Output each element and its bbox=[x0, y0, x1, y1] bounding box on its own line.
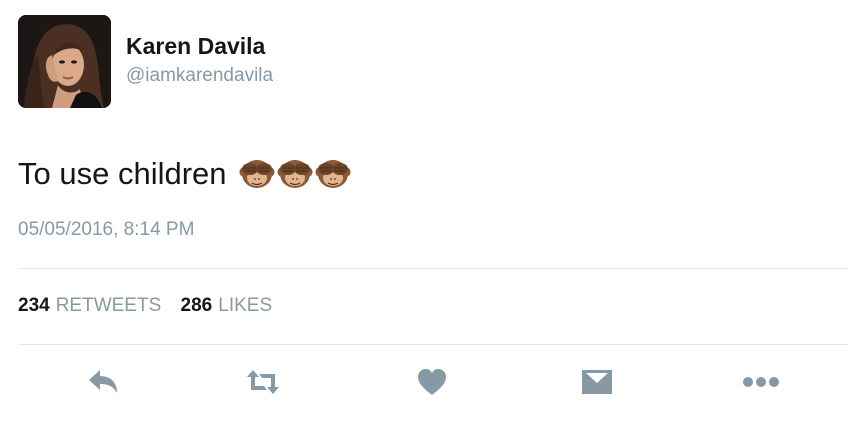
reply-button[interactable] bbox=[83, 364, 123, 400]
tweet-actions bbox=[0, 364, 866, 400]
retweets-count: 234 bbox=[18, 295, 50, 316]
avatar-photo bbox=[18, 15, 111, 108]
retweet-button[interactable] bbox=[243, 364, 283, 400]
user-handle[interactable]: @iamkarendavila bbox=[126, 64, 273, 88]
message-icon bbox=[582, 370, 612, 394]
tweet-text: To use children bbox=[18, 154, 351, 193]
see-no-evil-monkey-icon bbox=[315, 160, 351, 188]
reply-icon bbox=[89, 370, 117, 393]
more-button[interactable] bbox=[741, 364, 781, 400]
like-icon bbox=[418, 369, 446, 395]
message-button[interactable] bbox=[577, 364, 617, 400]
like-button[interactable] bbox=[412, 364, 452, 400]
see-no-evil-monkey-icon bbox=[239, 160, 275, 188]
retweet-icon bbox=[247, 370, 279, 394]
retweets-stat[interactable]: 234 RETWEETS bbox=[18, 295, 161, 316]
see-no-evil-monkey-icon bbox=[277, 160, 313, 188]
retweets-label: RETWEETS bbox=[55, 295, 162, 316]
tweet-timestamp[interactable]: 05/05/2016, 8:14 PM bbox=[18, 218, 194, 242]
display-name[interactable]: Karen Davila bbox=[126, 32, 265, 60]
divider bbox=[18, 344, 848, 345]
divider bbox=[18, 268, 848, 269]
more-icon bbox=[743, 377, 779, 387]
likes-label: LIKES bbox=[218, 295, 273, 316]
tweet-stats: 234 RETWEETS 286 LIKES bbox=[18, 294, 272, 318]
likes-count: 286 bbox=[180, 295, 213, 316]
avatar[interactable] bbox=[18, 15, 111, 108]
likes-stat[interactable]: 286 LIKES bbox=[181, 295, 273, 316]
tweet-text-content: To use children bbox=[18, 156, 227, 191]
